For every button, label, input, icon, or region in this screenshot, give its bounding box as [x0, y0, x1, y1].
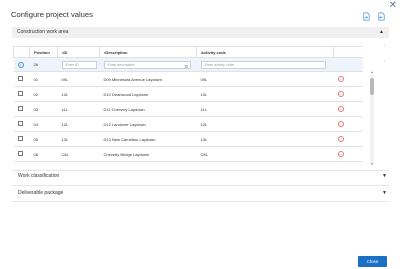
delete-row-icon[interactable]: − [337, 106, 344, 112]
row-activity-code[interactable]: 10L [196, 86, 334, 102]
row-description[interactable]: D10 Deanwood Laydown [99, 86, 197, 102]
values-grid: Position •ID •Description Activity code … [13, 46, 363, 166]
section-title: Deliverable package [18, 190, 64, 196]
divider [12, 201, 389, 202]
close-icon[interactable]: ✕ [389, 1, 397, 11]
row-checkbox[interactable] [17, 76, 23, 81]
delete-row-icon[interactable]: − [337, 136, 344, 142]
table-header-row: Position •ID •Description Activity code [13, 46, 363, 58]
grid-scrollbar[interactable]: ▲ ▼ [370, 70, 374, 166]
row-checkbox[interactable] [17, 136, 23, 141]
row-activity-code[interactable]: C8L [196, 146, 334, 162]
table-row[interactable]: 03 11L D11 Cheverly Laydown 11L − [13, 101, 363, 117]
row-checkbox[interactable] [17, 91, 23, 96]
row-position: 06 [29, 146, 58, 162]
delete-row-icon[interactable]: − [337, 151, 344, 157]
row-checkbox[interactable] [17, 151, 23, 156]
delete-row-icon[interactable]: − [337, 76, 344, 82]
move-up-icon[interactable]: ↑ [383, 43, 386, 49]
activity-code-input[interactable]: Enter activity code [200, 60, 326, 69]
column-header-activity-code[interactable]: Activity code [196, 46, 334, 58]
move-down-icon[interactable]: ↓ [383, 58, 386, 64]
row-id[interactable]: 10L [57, 86, 100, 102]
row-position: 02 [29, 86, 58, 102]
row-description[interactable]: D13 New Carrollton Laydown [99, 131, 197, 147]
table-row[interactable]: 02 10L D10 Deanwood Laydown 10L − [13, 86, 363, 102]
scroll-up-icon[interactable]: ▲ [370, 70, 374, 74]
row-description[interactable]: D11 Cheverly Laydown [99, 101, 197, 117]
add-row-icon[interactable]: + [17, 61, 24, 68]
chevron-up-icon: ▲ [379, 29, 384, 35]
export-icon[interactable] [377, 12, 386, 21]
description-input[interactable]: Enter description ⊟ [103, 60, 191, 70]
row-description[interactable]: Cheverly Bridge Laydown [99, 146, 197, 162]
row-position: 01 [29, 71, 58, 87]
chevron-down-icon: ▼ [382, 190, 387, 196]
section-construction-work-area[interactable]: Construction work area ▲ [12, 27, 389, 38]
section-title: Work classification [18, 173, 60, 179]
description-placeholder: Enter description [107, 62, 135, 67]
delete-row-icon[interactable]: − [337, 91, 344, 97]
section-title: Construction work area [17, 29, 69, 35]
table-row[interactable]: 04 12L D12 Landover Laydown 12L − [13, 116, 363, 132]
row-id[interactable]: C8L [57, 146, 100, 162]
row-activity-code[interactable]: 13L [196, 131, 334, 147]
row-id[interactable]: 09L [57, 71, 100, 87]
row-activity-code[interactable]: 11L [196, 101, 334, 117]
table-row[interactable]: 01 09L D09 Minnesota Avenue Laydown 09L … [13, 71, 363, 87]
divider [12, 170, 389, 171]
column-header-select [13, 46, 30, 58]
delete-row-icon[interactable]: − [337, 121, 344, 127]
table-row[interactable]: 06 C8L Cheverly Bridge Laydown C8L − [13, 146, 363, 162]
id-input[interactable]: Enter ID [61, 60, 98, 69]
row-id[interactable]: 12L [57, 116, 100, 132]
row-position: 03 [29, 101, 58, 117]
close-button[interactable]: Close [358, 256, 387, 267]
table-row[interactable]: 05 13L D13 New Carrollton Laydown 13L − [13, 131, 363, 147]
scrollbar-thumb[interactable] [370, 78, 374, 95]
divider [12, 185, 389, 186]
row-position: 05 [29, 131, 58, 147]
new-row-position: 26 [29, 57, 58, 72]
column-header-position[interactable]: Position [29, 46, 58, 58]
expand-text-icon[interactable]: ⊟ [185, 63, 188, 70]
dialog-title: Configure project values [11, 10, 93, 19]
row-id[interactable]: 13L [57, 131, 100, 147]
row-checkbox[interactable] [17, 106, 23, 111]
column-header-description[interactable]: •Description [99, 46, 197, 58]
chevron-down-icon: ▼ [382, 173, 387, 179]
row-position: 04 [29, 116, 58, 132]
row-id[interactable]: 11L [57, 101, 100, 117]
scroll-down-icon[interactable]: ▼ [370, 162, 374, 166]
row-activity-code[interactable]: 09L [196, 71, 334, 87]
row-description[interactable]: D09 Minnesota Avenue Laydown [99, 71, 197, 87]
column-header-id[interactable]: •ID [57, 46, 100, 58]
row-checkbox[interactable] [17, 121, 23, 126]
new-row: + 26 Enter ID Enter description ⊟ Enter a… [13, 57, 363, 72]
row-description[interactable]: D12 Landover Laydown [99, 116, 197, 132]
import-icon[interactable] [362, 12, 371, 21]
column-header-actions [333, 46, 363, 58]
row-activity-code[interactable]: 12L [196, 116, 334, 132]
